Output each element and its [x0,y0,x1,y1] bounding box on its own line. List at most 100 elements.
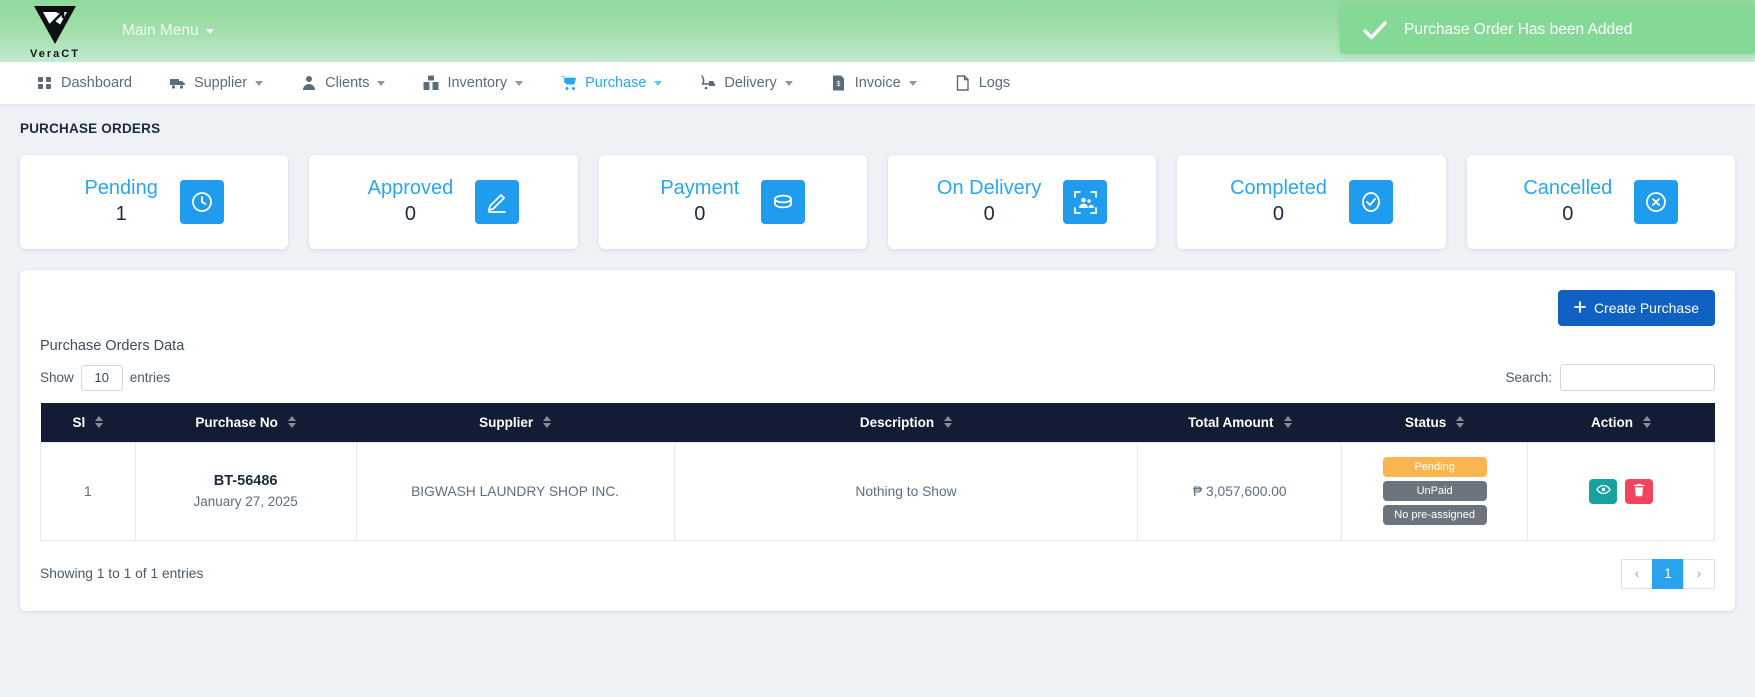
column-label: Action [1591,414,1633,430]
cell-status: Pending UnPaid No pre-assigned [1341,441,1528,541]
cell-description: Nothing to Show [673,441,1139,541]
delete-button[interactable] [1625,478,1653,504]
chevron-down-icon [515,80,524,86]
page-title: PURCHASE ORDERS [20,121,161,136]
stat-card-cancelled[interactable]: Cancelled 0 [1466,155,1735,249]
column-label: Description [859,414,935,430]
brand-logo[interactable]: VeraCT [0,3,110,60]
table-footer: Showing 1 to 1 of 1 entries ‹ 1 › [40,558,1715,589]
pagination-page-1[interactable]: 1 [1652,558,1684,589]
panel-subtitle: Purchase Orders Data [40,338,185,354]
create-purchase-label: Create Purchase [1593,300,1699,316]
stat-card-on-delivery[interactable]: On Delivery 0 [887,155,1157,249]
nav-item-invoice[interactable]: $ Invoice [812,62,936,105]
column-header-status[interactable]: Status [1341,403,1528,442]
sort-icon [1456,416,1465,429]
entries-select[interactable] [80,364,123,391]
delivery-icon [700,75,716,91]
stat-card-approved[interactable]: Approved 0 [309,155,578,249]
table-row[interactable]: 1 BT-56486 January 27, 2025 BIGWASH LAUN… [40,441,1715,541]
search-input[interactable] [1560,364,1715,391]
column-header-action[interactable]: Action [1527,403,1715,442]
nav-item-purchase[interactable]: Purchase [542,62,681,105]
create-purchase-button[interactable]: Create Purchase [1557,290,1715,326]
column-label: Status [1405,414,1447,430]
nav-item-inventory[interactable]: Inventory [404,62,542,105]
pagination-next[interactable]: › [1683,558,1715,589]
nav-label: Clients [325,75,370,91]
pagination-prev[interactable]: ‹ [1621,558,1653,589]
status-badge: Pending [1382,457,1487,477]
stat-label: On Delivery [936,177,1042,199]
nav-label: Invoice [854,75,901,91]
nav-item-supplier[interactable]: Supplier [151,62,282,105]
column-label: Purchase No [195,414,278,430]
column-label: Sl [72,414,86,430]
column-header-sl[interactable]: Sl [40,403,136,442]
table-body: 1 BT-56486 January 27, 2025 BIGWASH LAUN… [40,441,1715,541]
pagination: ‹ 1 › [1621,558,1715,589]
nav-item-clients[interactable]: Clients [282,62,404,105]
chevron-down-icon [784,80,793,86]
pencil-icon [475,180,520,224]
page-content: PURCHASE ORDERS Pending 1 Approved 0 Pay… [0,105,1755,611]
nav-label: Purchase [585,75,647,91]
nav-item-logs[interactable]: Logs [936,62,1029,105]
purchase-no-value: BT-56486 [213,473,278,489]
check-icon [1362,19,1388,41]
stat-label: Payment [660,177,740,199]
assignment-badge: No pre-assigned [1382,505,1487,525]
cell-sl: 1 [40,441,136,541]
column-label: Supplier [479,414,534,430]
cell-total-amount: ₱ 3,057,600.00 [1137,441,1343,541]
scan-people-icon [1063,180,1108,224]
column-label: Total Amount [1188,414,1274,430]
purchase-orders-table: Sl Purchase No Supplier Description Tota… [40,403,1715,541]
main-menu-dropdown[interactable]: Main Menu [122,22,214,40]
grid-icon [37,75,53,91]
top-bar: VeraCT Main Menu MRSh DEMO MRSh Demo Adm… [0,0,1755,62]
column-header-purchase-no[interactable]: Purchase No [135,403,357,442]
column-header-supplier[interactable]: Supplier [356,403,675,442]
chevron-down-icon [908,80,917,86]
nav-label: Delivery [724,75,777,91]
table-head: Sl Purchase No Supplier Description Tota… [40,403,1715,442]
stat-value: 0 [983,203,995,225]
stat-value: 0 [1272,203,1285,225]
main-menu-label: Main Menu [122,22,199,39]
stat-card-payment[interactable]: Payment 0 [598,155,867,249]
purchase-orders-panel: Create Purchase Purchase Orders Data Sho… [20,270,1735,611]
nav-item-dashboard[interactable]: Dashboard [18,62,151,105]
column-header-total-amount[interactable]: Total Amount [1137,403,1342,442]
chevron-down-icon [377,80,386,86]
toast-notification[interactable]: Purchase Order Has been Added [1340,6,1755,54]
stat-card-pending[interactable]: Pending 1 [20,155,289,249]
main-navigation: Dashboard Supplier Clients Inventory Pur… [0,62,1755,105]
nav-label: Inventory [447,75,508,91]
logs-icon [955,75,971,91]
svg-text:$: $ [836,81,840,88]
chevron-down-icon [654,80,663,86]
stat-card-completed[interactable]: Completed 0 [1177,155,1446,249]
purchase-date-value: January 27, 2025 [193,494,298,509]
cell-action [1527,441,1715,541]
nav-label: Supplier [193,75,248,91]
stat-label: Approved [367,177,454,199]
toast-message: Purchase Order Has been Added [1404,21,1633,38]
search-control: Search: [1505,364,1715,391]
table-controls: Show entries Search: [40,364,1715,391]
sort-icon [95,416,104,429]
plus-icon [1574,300,1586,316]
search-label: Search: [1505,370,1552,385]
entries-label: entries [129,370,171,385]
brand-name: VeraCT [30,47,80,60]
stat-value: 0 [1562,203,1574,225]
view-button[interactable] [1589,478,1617,504]
cell-purchase-no: BT-56486 January 27, 2025 [134,441,357,541]
nav-item-delivery[interactable]: Delivery [681,62,811,105]
column-header-description[interactable]: Description [674,403,1138,442]
chevron-down-icon [255,80,264,86]
coins-icon [761,180,806,224]
cart-icon [561,75,577,91]
sort-icon [1643,416,1651,429]
